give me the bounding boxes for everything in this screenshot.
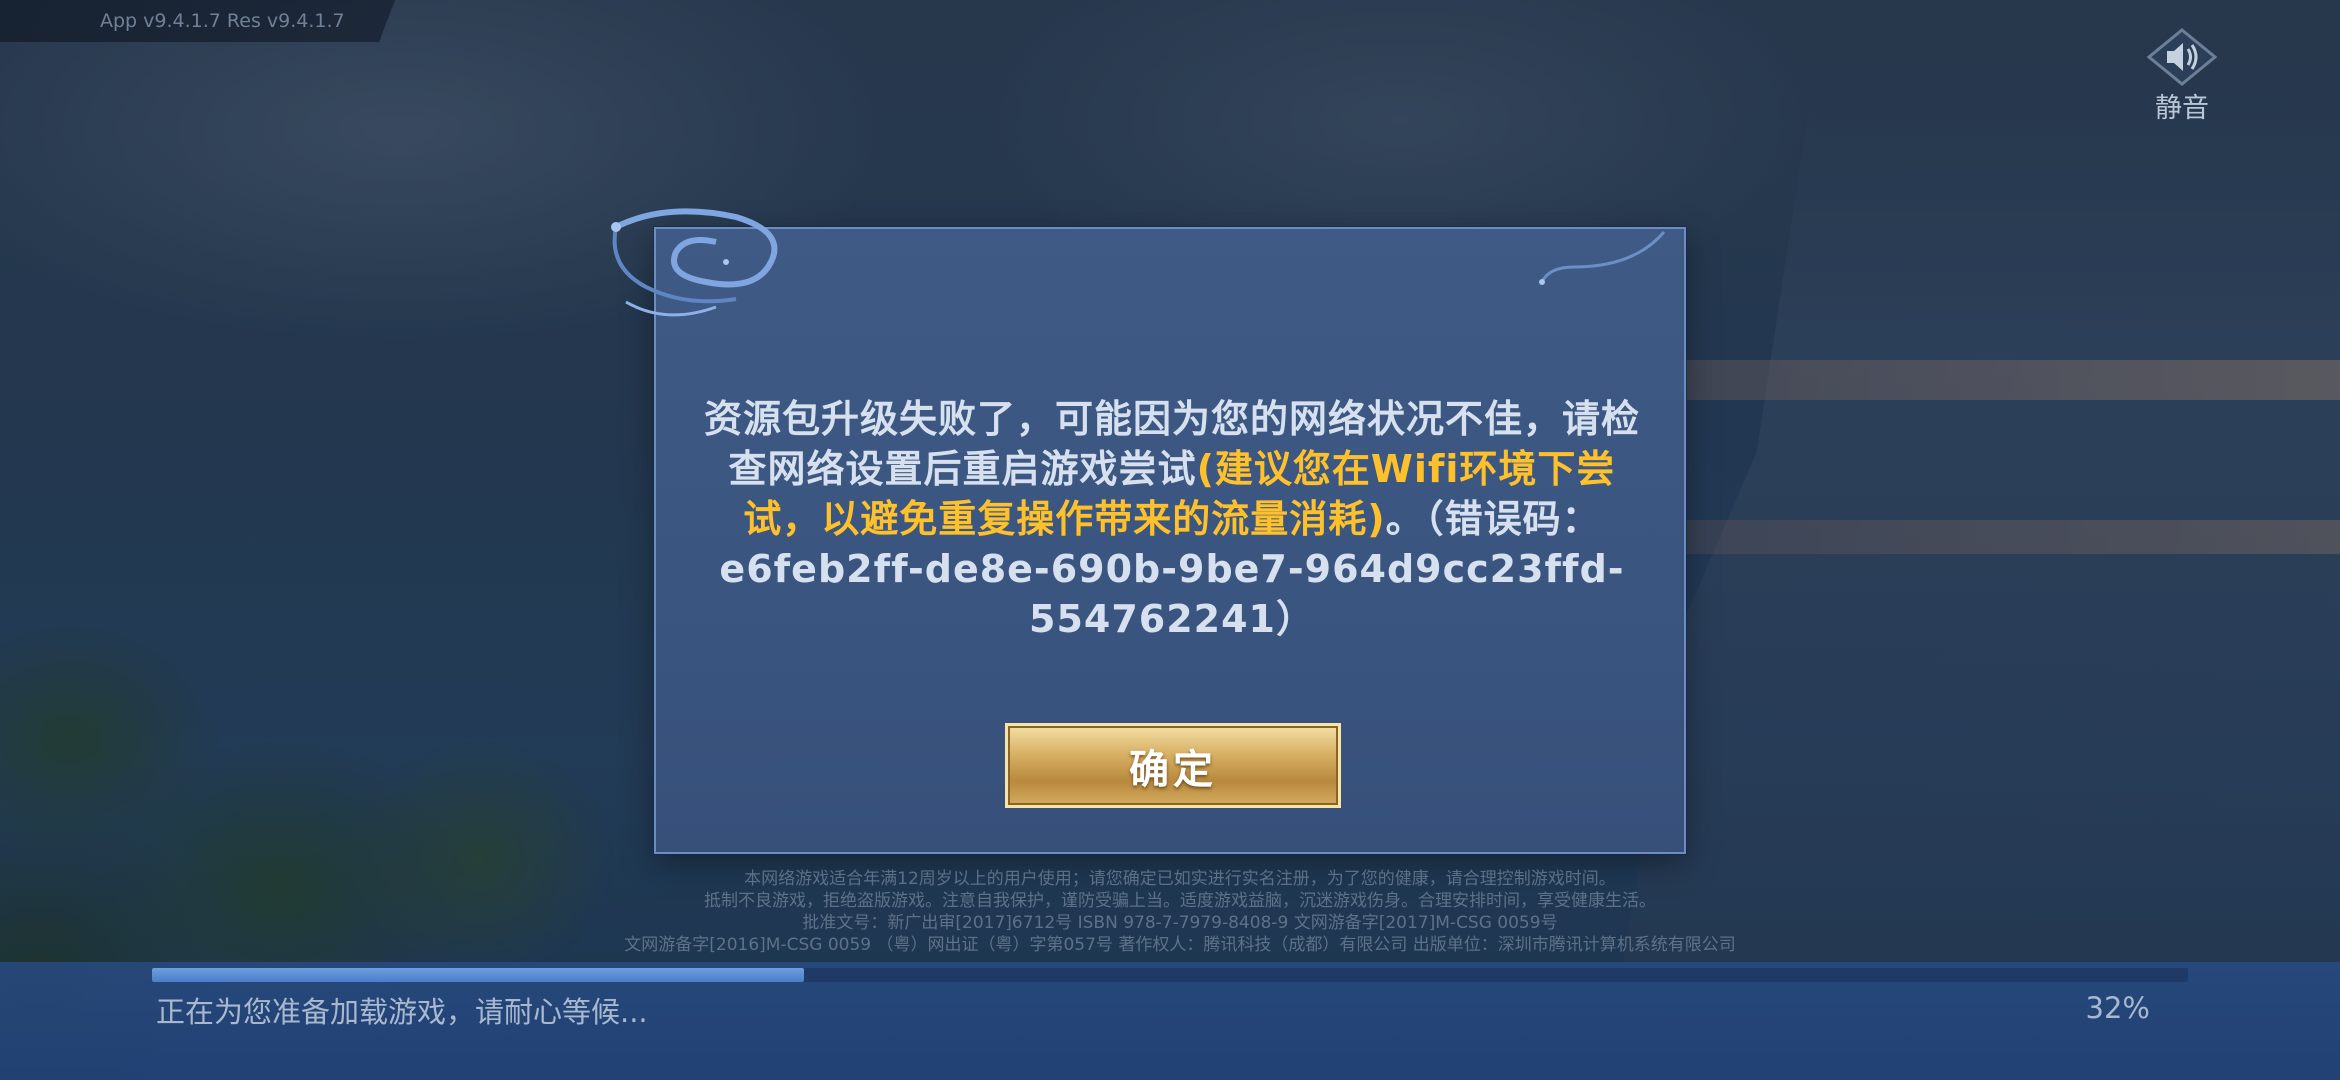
legal-line: 批准文号：新广出审[2017]6712号 ISBN 978-7-7979-840…	[802, 913, 1558, 933]
loading-percent: 32%	[2085, 991, 2150, 1025]
progress-fill	[152, 968, 804, 982]
legal-line: 本网络游戏适合年满12周岁以上的用户使用；请您确定已如实进行实名注册，为了您的健…	[744, 869, 1616, 889]
error-message: 资源包升级失败了，可能因为您的网络状况不佳，请检查网络设置后重启游戏尝试(建议您…	[692, 394, 1652, 644]
mute-button[interactable]: 静音	[2142, 28, 2222, 128]
cloud-line-decoration	[1539, 231, 1666, 285]
mute-label: 静音	[2155, 93, 2209, 124]
error-dialog: 资源包升级失败了，可能因为您的网络状况不佳，请检查网络设置后重启游戏尝试(建议您…	[611, 208, 1686, 854]
cloud-swirl-decoration	[611, 208, 778, 317]
speaker-icon	[2146, 28, 2218, 86]
loading-status-text: 正在为您准备加载游戏，请耐心等候...	[156, 995, 648, 1029]
legal-line: 抵制不良游戏，拒绝盗版游戏。注意自我保护，谨防受骗上当。适度游戏益脑，沉迷游戏伤…	[704, 891, 1656, 911]
confirm-button[interactable]: 确定	[1005, 723, 1341, 808]
version-label: App v9.4.1.7 Res v9.4.1.7	[0, 0, 395, 42]
legal-line: 文网游备字[2016]M-CSG 0059 （粤）网出证（粤）字第057号 著作…	[624, 935, 1736, 955]
legal-notice: 本网络游戏适合年满12周岁以上的用户使用；请您确定已如实进行实名注册，为了您的健…	[560, 868, 1800, 956]
progress-track	[152, 968, 2188, 982]
